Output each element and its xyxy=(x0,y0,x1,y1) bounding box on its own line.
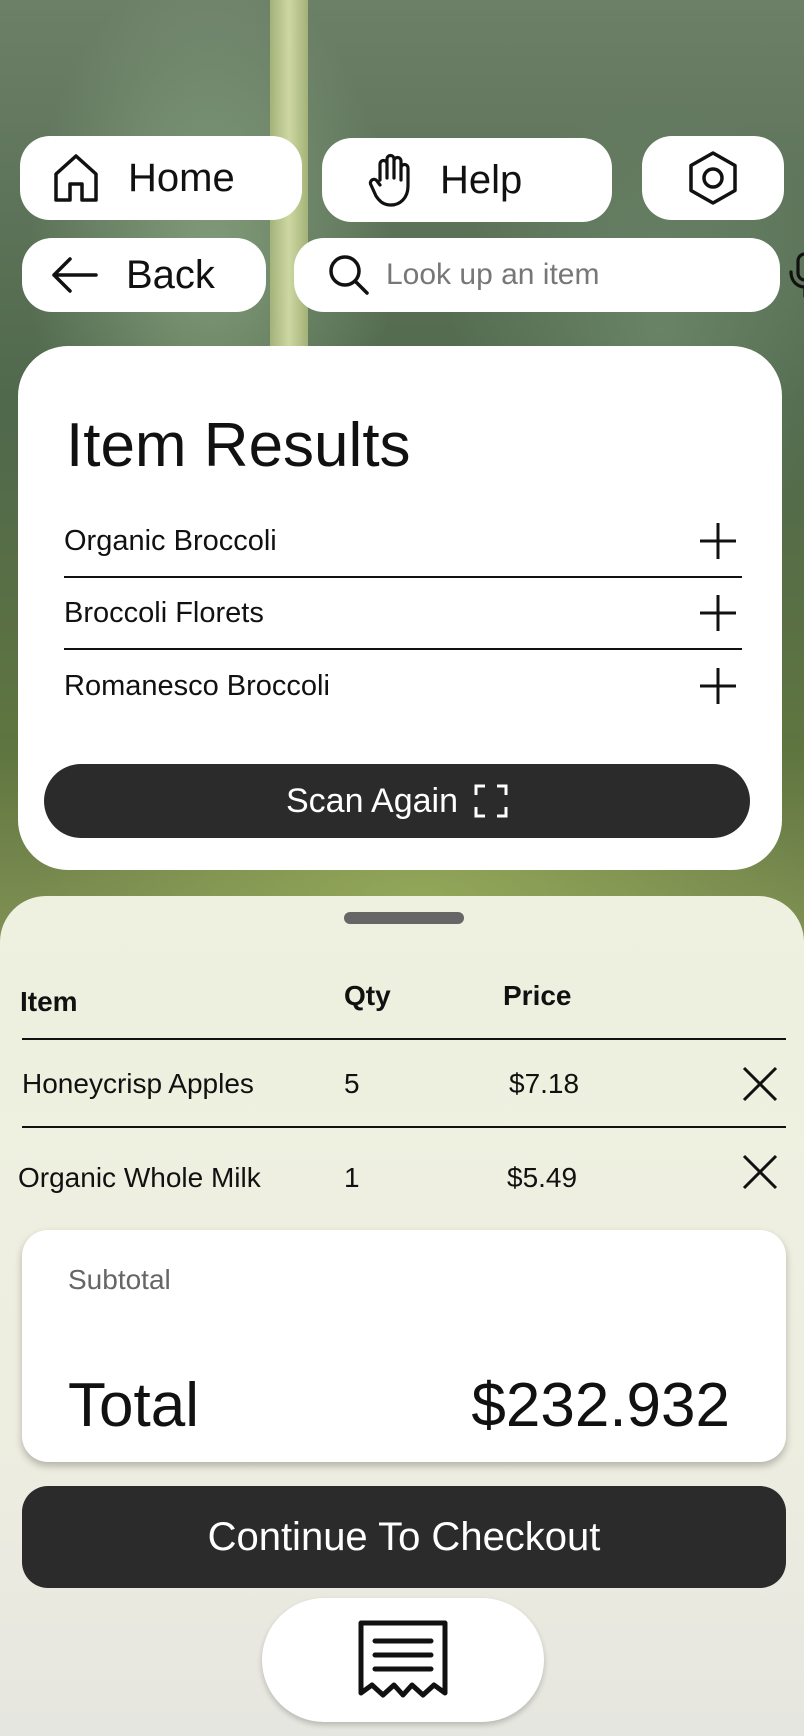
plus-icon xyxy=(700,668,736,704)
help-button[interactable]: Help xyxy=(322,138,612,222)
item-results-list: Organic Broccoli Broccoli Florets Romane… xyxy=(64,506,742,722)
cart-item-name: Honeycrisp Apples xyxy=(22,1068,254,1099)
result-item-name: Broccoli Florets xyxy=(64,596,264,629)
home-label: Home xyxy=(128,155,235,200)
order-summary-card: Subtotal Total $232.932 xyxy=(22,1230,786,1462)
scan-again-button[interactable]: Scan Again xyxy=(44,764,750,838)
plus-icon xyxy=(700,595,736,631)
continue-to-checkout-button[interactable]: Continue To Checkout xyxy=(22,1486,786,1588)
total-value: $232.932 xyxy=(471,1371,730,1440)
plus-icon xyxy=(700,523,736,559)
cart-item-qty: 1 xyxy=(344,1162,360,1193)
checkout-label: Continue To Checkout xyxy=(207,1514,601,1559)
column-header-qty: Qty xyxy=(344,980,391,1011)
column-header-item: Item xyxy=(20,986,78,1017)
cart-sheet: Item Qty Price Honeycrisp Apples 5 $7.18… xyxy=(0,896,804,1736)
receipt-icon xyxy=(357,1619,449,1701)
cart-item-price: $5.49 xyxy=(507,1162,578,1193)
scan-again-label: Scan Again xyxy=(285,781,459,820)
home-button[interactable]: Home xyxy=(20,136,302,220)
result-item-name: Organic Broccoli xyxy=(64,524,277,557)
remove-item-button[interactable] xyxy=(738,1150,782,1194)
subtotal-label: Subtotal xyxy=(68,1264,171,1295)
add-item-button[interactable] xyxy=(694,517,742,565)
list-item: Broccoli Florets xyxy=(64,578,742,650)
arrow-left-icon xyxy=(50,255,98,295)
search-input[interactable] xyxy=(386,258,772,292)
scan-frame-icon xyxy=(474,784,508,818)
close-icon xyxy=(742,1154,778,1190)
item-results-title: Item Results xyxy=(66,411,411,480)
search-icon xyxy=(328,254,370,296)
total-label: Total xyxy=(68,1371,199,1440)
table-divider xyxy=(22,1038,786,1040)
home-icon xyxy=(52,152,100,204)
back-label: Back xyxy=(126,252,215,297)
help-label: Help xyxy=(440,157,523,202)
hexagon-settings-icon xyxy=(685,150,741,206)
result-item-name: Romanesco Broccoli xyxy=(64,669,330,702)
microphone-icon[interactable] xyxy=(788,252,804,298)
settings-button[interactable] xyxy=(642,136,784,220)
cart-item-qty: 5 xyxy=(344,1068,360,1099)
list-item: Romanesco Broccoli xyxy=(64,650,742,722)
receipt-button[interactable] xyxy=(262,1598,544,1722)
close-icon xyxy=(742,1066,778,1102)
search-bar[interactable] xyxy=(294,238,804,312)
remove-item-button[interactable] xyxy=(738,1062,782,1106)
back-button[interactable]: Back xyxy=(22,238,266,312)
hand-icon xyxy=(368,152,414,208)
item-results-card: Item Results Organic Broccoli Broccoli F… xyxy=(18,346,782,870)
table-divider xyxy=(22,1126,786,1128)
cart-item-price: $7.18 xyxy=(509,1068,580,1099)
add-item-button[interactable] xyxy=(694,589,742,637)
sheet-drag-handle[interactable] xyxy=(344,912,464,924)
list-item: Organic Broccoli xyxy=(64,506,742,578)
column-header-price: Price xyxy=(503,980,572,1011)
add-item-button[interactable] xyxy=(694,662,742,710)
cart-item-name: Organic Whole Milk xyxy=(18,1162,261,1193)
